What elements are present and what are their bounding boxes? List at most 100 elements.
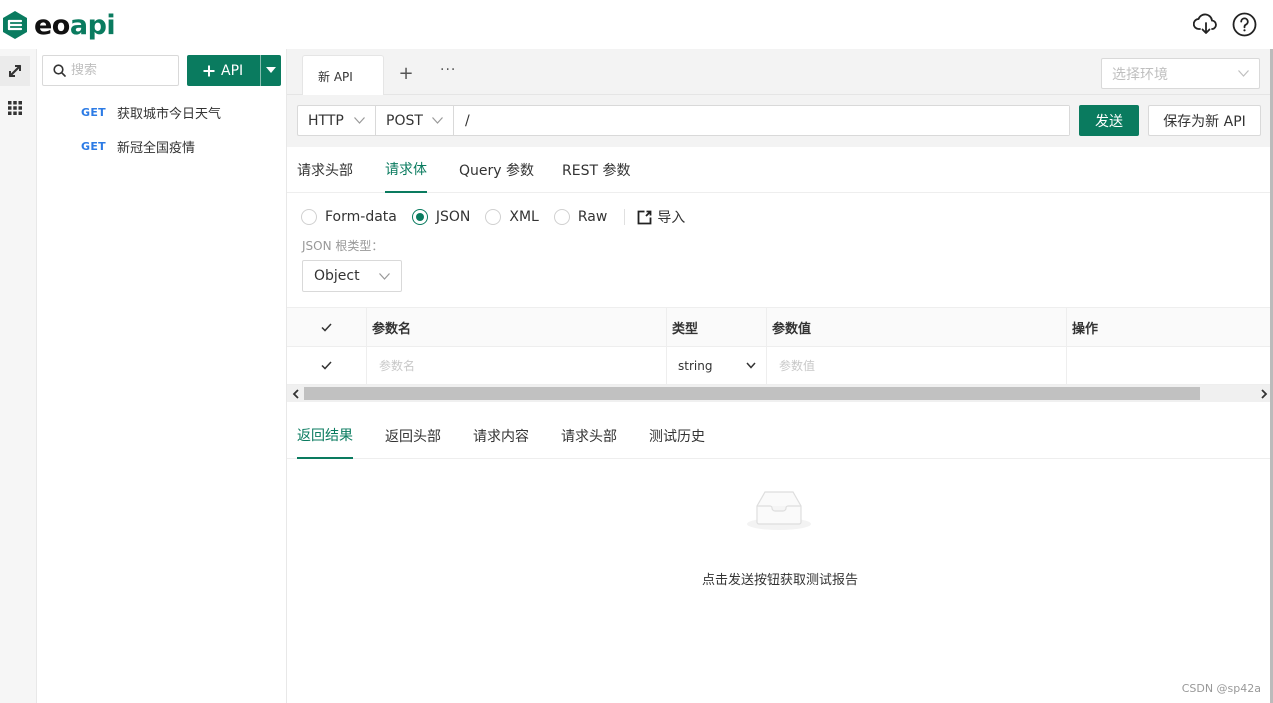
tab-response-result[interactable]: 返回结果 (297, 413, 353, 459)
chevron-down-icon (354, 117, 365, 124)
horizontal-scrollbar[interactable] (287, 385, 1273, 402)
import-icon (637, 210, 652, 224)
tab-label: 新 API (318, 69, 353, 84)
method-value: POST (386, 112, 423, 129)
radio-button[interactable] (411, 209, 428, 225)
radio-xml[interactable]: XML (485, 209, 539, 225)
add-api-button[interactable]: API (187, 55, 281, 86)
protocol-select[interactable]: HTTP (298, 106, 376, 135)
column-header-name: 参数名 (367, 308, 667, 346)
chevron-down-icon (379, 272, 390, 280)
tab-request-body[interactable]: 请求体 (385, 147, 427, 193)
radio-label: XML (509, 209, 539, 225)
chevron-down-icon (1238, 70, 1249, 77)
scrollbar-thumb[interactable] (304, 387, 1200, 400)
more-tabs-button[interactable]: ··· (440, 62, 456, 78)
url-input[interactable] (454, 106, 1069, 135)
radio-button[interactable] (553, 209, 570, 225)
param-type-select[interactable]: string (667, 359, 766, 373)
api-sidebar: API GET 获取城市今日天气 GET 新冠全国疫情 (37, 49, 287, 703)
radio-form-data[interactable]: Form-data (301, 209, 397, 225)
tab-request-headers-res[interactable]: 请求头部 (561, 413, 617, 459)
radio-label: JSON (435, 209, 471, 225)
param-type-cell: string (667, 347, 767, 384)
param-name-cell (367, 347, 667, 384)
list-item[interactable]: GET 获取城市今日天气 (37, 95, 287, 129)
api-name: 获取城市今日天气 (117, 106, 222, 122)
import-label: 导入 (657, 210, 686, 226)
request-url-group: HTTP POST (297, 105, 1070, 136)
json-root-type-select[interactable]: Object (302, 260, 402, 292)
cloud-download-icon[interactable] (1193, 11, 1219, 37)
api-icon (8, 64, 22, 78)
method-badge: GET (81, 139, 106, 153)
tab-response-headers[interactable]: 返回头部 (385, 413, 441, 459)
tab-test-history[interactable]: 测试历史 (649, 413, 705, 459)
left-rail (0, 49, 37, 703)
json-root-type-label: JSON 根类型： (302, 239, 384, 253)
tab-new-api[interactable]: 新 API (302, 55, 384, 96)
add-tab-button[interactable]: + (397, 63, 415, 84)
protocol-value: HTTP (308, 112, 344, 129)
radio-button[interactable] (301, 209, 317, 225)
json-root-type-value: Object (314, 268, 360, 284)
radio-raw[interactable]: Raw (553, 209, 608, 225)
list-item[interactable]: GET 新冠全国疫情 (37, 129, 287, 163)
method-select[interactable]: POST (376, 106, 454, 135)
add-api-main[interactable]: API (187, 55, 260, 86)
radio-label: Raw (577, 209, 608, 225)
url-bar: HTTP POST 发送 保存为新 API (287, 95, 1273, 147)
search-input[interactable] (71, 63, 166, 78)
check-icon (321, 361, 332, 370)
table-row: string (287, 347, 1273, 385)
empty-state-message: 点击发送按钮获取测试报告 (701, 573, 858, 588)
main-panel: 新 API + ··· 选择环境 HTTP POST 发送 保存为新 API 请… (287, 49, 1273, 703)
import-button[interactable]: 导入 (637, 207, 685, 227)
method-badge: GET (81, 105, 106, 119)
check-icon (321, 322, 332, 332)
plus-icon (203, 65, 215, 76)
logo-text: eoapi (34, 9, 116, 41)
row-checkbox[interactable] (287, 347, 367, 384)
tab-rest-params[interactable]: REST 参数 (562, 147, 630, 193)
tab-request-headers[interactable]: 请求头部 (297, 147, 353, 193)
chevron-down-icon (432, 117, 443, 124)
logo-mark-icon (3, 11, 27, 39)
search-icon (53, 64, 66, 77)
select-all-checkbox[interactable] (287, 308, 367, 346)
tab-bar: 新 API + ··· 选择环境 (287, 49, 1273, 96)
column-header-value: 参数值 (767, 308, 1067, 346)
param-value-input[interactable] (767, 358, 1066, 373)
rail-item-apps[interactable] (0, 93, 30, 123)
apps-grid-icon (8, 101, 22, 115)
scroll-left-icon[interactable] (287, 385, 304, 402)
tab-query-params[interactable]: Query 参数 (459, 147, 534, 193)
param-table: 参数名 类型 参数值 操作 string (287, 307, 1273, 385)
watermark: CSDN @sp42a (1181, 682, 1261, 695)
body-type-radio-group: Form-data JSON XML Raw 导入 (301, 207, 685, 227)
divider (624, 209, 626, 225)
caret-down-icon (265, 67, 276, 73)
save-as-new-api-button[interactable]: 保存为新 API (1148, 105, 1261, 136)
add-api-dropdown[interactable] (260, 55, 280, 86)
radio-label: Form-data (325, 209, 397, 225)
rail-item-api[interactable] (0, 56, 30, 86)
send-button[interactable]: 发送 (1079, 105, 1139, 136)
help-icon[interactable] (1231, 11, 1257, 37)
api-list: GET 获取城市今日天气 GET 新冠全国疫情 (37, 95, 287, 163)
param-type-value: string (678, 358, 713, 373)
param-name-input[interactable] (367, 358, 666, 373)
add-api-label: API (221, 62, 244, 79)
logo[interactable]: eoapi (0, 8, 116, 42)
environment-select[interactable]: 选择环境 (1101, 58, 1260, 89)
tab-request-content[interactable]: 请求内容 (473, 413, 529, 459)
response-tabs: 返回结果 返回头部 请求内容 请求头部 测试历史 (287, 413, 1273, 459)
table-header-row: 参数名 类型 参数值 操作 (287, 307, 1273, 347)
column-header-actions: 操作 (1072, 321, 1099, 337)
empty-inbox-icon (745, 486, 813, 536)
param-actions-cell (1067, 347, 1273, 384)
search-box[interactable] (42, 55, 179, 86)
radio-button[interactable] (485, 209, 502, 225)
radio-json[interactable]: JSON (411, 209, 471, 225)
top-bar: eoapi (0, 0, 1273, 49)
